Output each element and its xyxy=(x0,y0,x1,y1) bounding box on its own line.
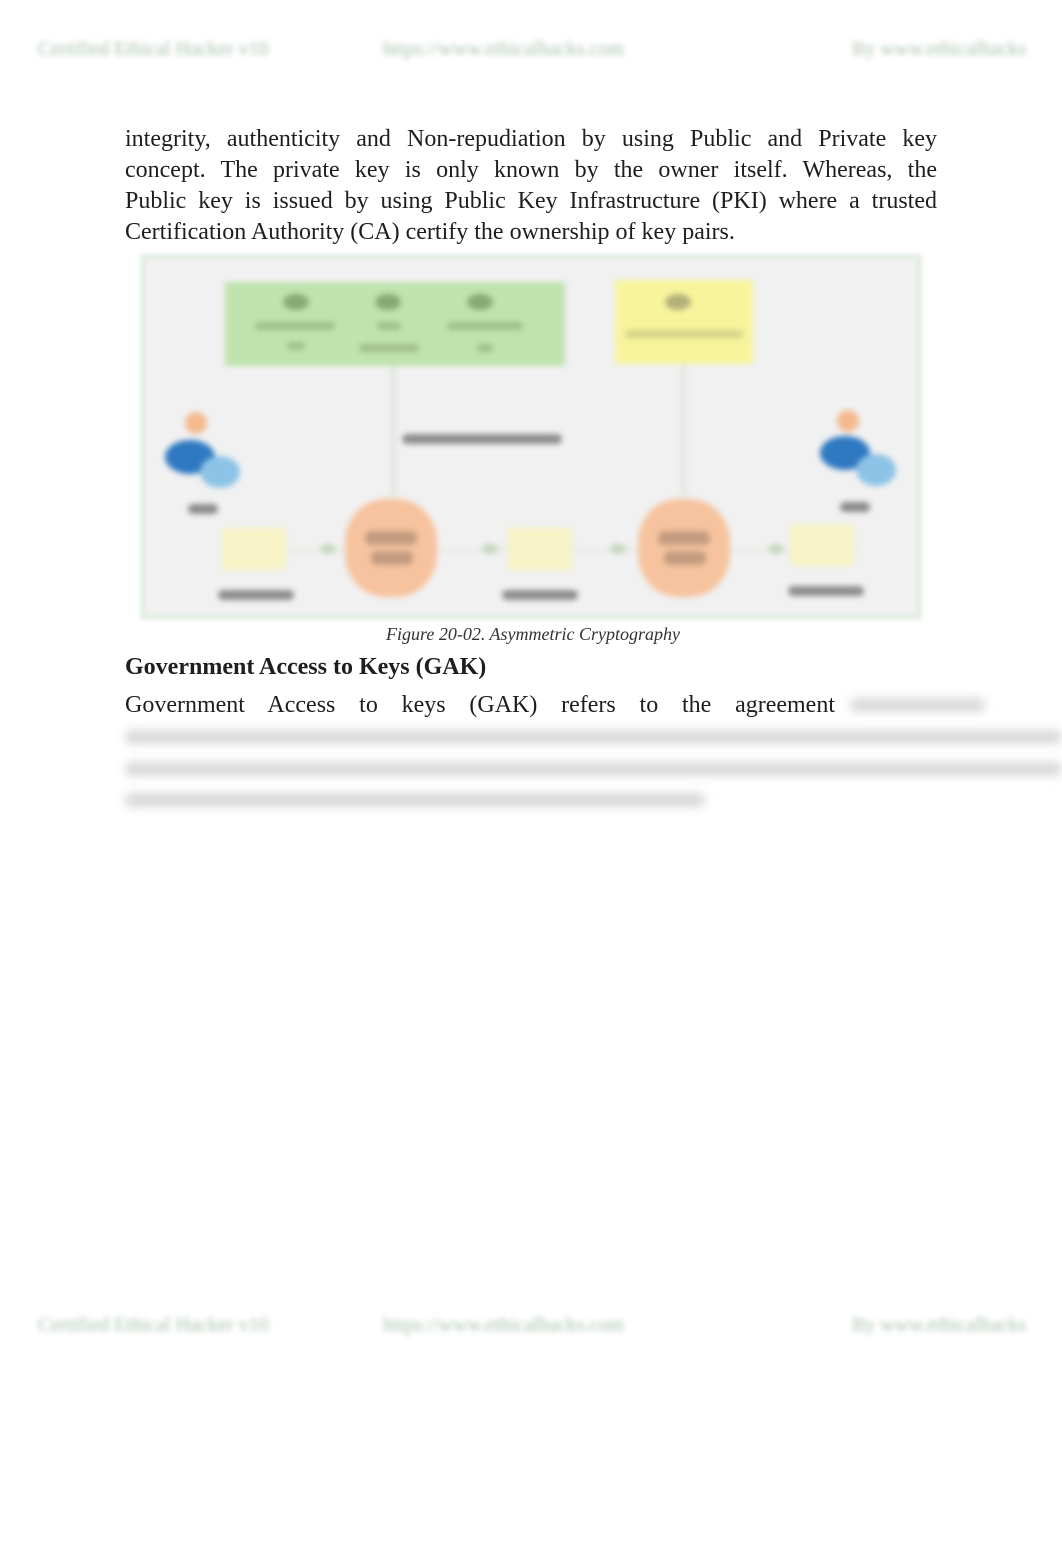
arrow-icon xyxy=(610,544,626,554)
ciphertext-node xyxy=(508,528,572,570)
footer-url[interactable]: https://www.ethicalhacks.com xyxy=(383,1314,624,1337)
redacted-text xyxy=(125,730,1062,744)
key-label xyxy=(625,330,743,338)
key-label xyxy=(377,322,401,330)
page-header: Certified Ethical Hacker v10 https://www… xyxy=(0,34,1062,64)
paragraph-line: integrity, authenticity and Non-repudiat… xyxy=(125,126,937,152)
plaintext-label xyxy=(218,590,294,600)
connector-line xyxy=(392,366,395,496)
redacted-text xyxy=(125,762,1062,776)
connector-line xyxy=(682,364,685,496)
key-label xyxy=(447,322,523,330)
node-label xyxy=(371,551,413,565)
decryption-node xyxy=(638,499,730,597)
header-url[interactable]: https://www.ethicalhacks.com xyxy=(383,38,624,61)
key-label xyxy=(287,342,305,350)
plaintext-output-label xyxy=(788,586,864,596)
plaintext-output-node xyxy=(790,524,854,566)
arrow-icon xyxy=(482,544,498,554)
sender-label xyxy=(188,504,218,514)
key-label xyxy=(255,322,335,330)
key-icon xyxy=(467,294,493,310)
connector-label xyxy=(402,434,562,444)
page-footer: Certified Ethical Hacker v10 https://www… xyxy=(0,1310,1062,1340)
encryption-node xyxy=(345,499,437,597)
paragraph-line: Certification Authority (CA) certify the… xyxy=(125,219,735,245)
ciphertext-label xyxy=(502,590,578,600)
key-group-box xyxy=(225,282,565,366)
footer-author: By www.ethicalhacks xyxy=(852,1314,1027,1336)
intro-paragraph: integrity, authenticity and Non-repudiat… xyxy=(125,124,937,248)
node-label xyxy=(658,531,710,545)
key-icon xyxy=(283,294,309,310)
key-label xyxy=(477,344,493,352)
key-label xyxy=(359,344,419,352)
arrow-icon xyxy=(768,544,784,554)
header-author: By www.ethicalhacks xyxy=(852,38,1027,60)
header-title: Certified Ethical Hacker v10 xyxy=(38,38,269,60)
gak-paragraph-visible: Government Access to keys (GAK) refers t… xyxy=(125,692,835,718)
node-label xyxy=(664,551,706,565)
arrow-icon xyxy=(320,544,336,554)
redacted-text xyxy=(125,793,705,807)
paragraph-line: Public key is issued by using Public Key… xyxy=(125,188,937,214)
sender-avatar-icon xyxy=(200,456,240,488)
caption-text: Figure 20-02. Asymmetric Cryptography xyxy=(386,624,680,644)
receiver-label xyxy=(840,502,870,512)
node-label xyxy=(365,531,417,545)
key-icon xyxy=(375,294,401,310)
receiver-avatar-icon xyxy=(837,410,859,432)
single-key-box xyxy=(615,280,753,364)
sender-avatar-icon xyxy=(185,412,207,434)
receiver-avatar-icon xyxy=(856,454,896,486)
asymmetric-cryptography-figure xyxy=(140,254,922,620)
redacted-text xyxy=(850,698,985,712)
plaintext-node xyxy=(222,528,286,570)
key-icon xyxy=(665,294,691,310)
footer-title: Certified Ethical Hacker v10 xyxy=(38,1314,269,1336)
paragraph-line: concept. The private key is only known b… xyxy=(125,157,937,183)
figure-caption: Figure 20-02. Asymmetric Cryptography xyxy=(0,624,1062,645)
section-heading: Government Access to Keys (GAK) xyxy=(125,654,487,680)
